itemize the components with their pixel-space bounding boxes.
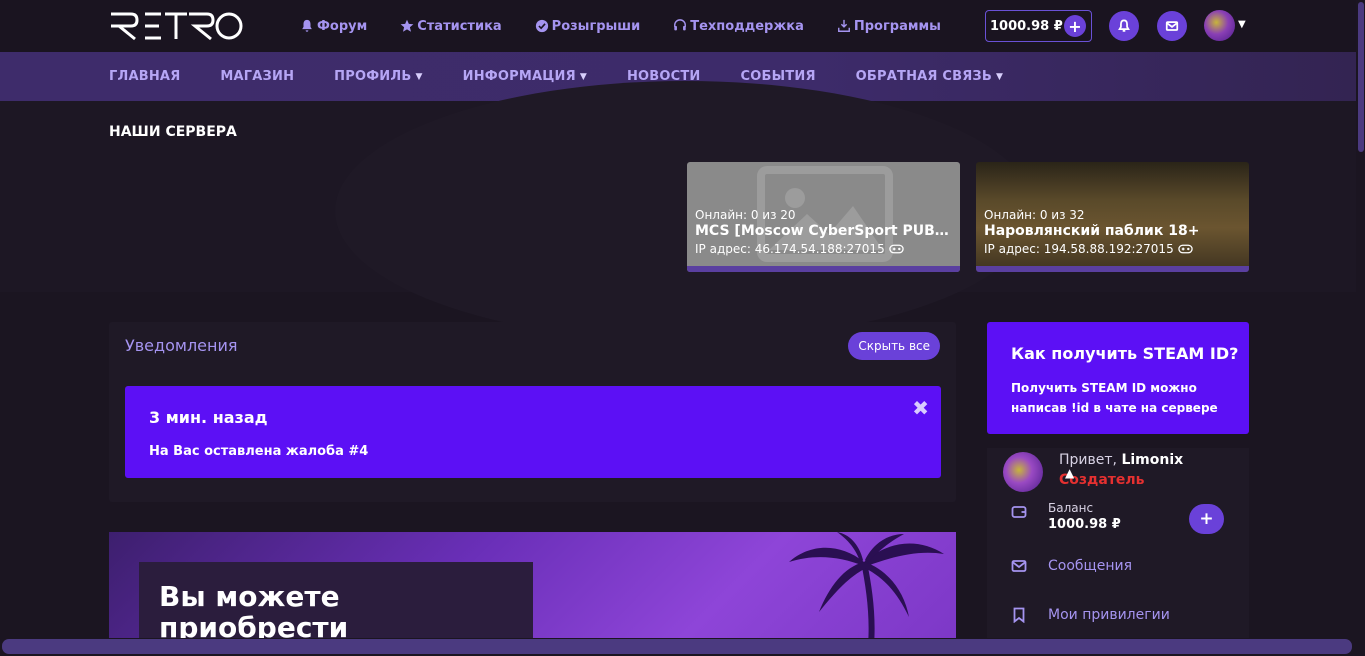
nav-home[interactable]: ГЛАВНАЯ <box>109 69 180 84</box>
statistics-link[interactable]: Статистика <box>400 18 502 34</box>
avatar[interactable] <box>1003 452 1043 492</box>
balance-label: Баланс <box>1048 501 1094 515</box>
top-bar: Форум Статистика Розыгрыши Техподдержка … <box>0 0 1356 52</box>
chevron-down-icon[interactable]: ▼ <box>1238 19 1246 30</box>
server-ip-text: IP адрес: 46.174.54.188:27015 <box>695 242 885 256</box>
nav-feedback-label: ОБРАТНАЯ СВЯЗЬ <box>855 69 992 84</box>
steam-id-text: Получить STEAM ID можно написав !id в ча… <box>1011 381 1218 415</box>
messages-button[interactable] <box>1157 11 1187 41</box>
top-nav: Форум Статистика Розыгрыши Техподдержка … <box>300 0 974 52</box>
statistics-label: Статистика <box>417 18 502 34</box>
vertical-scrollbar[interactable] <box>1358 2 1364 152</box>
gamepad-icon <box>888 244 904 254</box>
gamepad-icon <box>1177 244 1193 254</box>
privileges-link[interactable]: Мои привилегии <box>1048 607 1170 623</box>
balance-value: 1000.98 ₽ <box>990 18 1063 34</box>
user-avatar[interactable] <box>1204 10 1235 41</box>
bookmark-icon <box>1013 607 1025 623</box>
notification-card: 3 мин. назад На Вас оставлена жалоба #4 … <box>125 386 941 478</box>
headset-icon <box>674 19 687 31</box>
server-card[interactable]: Онлайн: 0 из 32 Наровлянский паблик 18+ … <box>976 162 1249 272</box>
privileges-row[interactable] <box>1011 607 1027 623</box>
server-progress-bar <box>687 266 960 272</box>
server-ip-text: IP адрес: 194.58.88.192:27015 <box>984 242 1174 256</box>
server-ip[interactable]: IP адрес: 46.174.54.188:27015 <box>695 242 904 256</box>
balance-box[interactable]: 1000.98 ₽ + <box>985 10 1092 42</box>
notifications-panel: Уведомления Скрыть все 3 мин. назад На В… <box>109 322 956 502</box>
server-progress-bar <box>976 266 1249 272</box>
messages-row[interactable] <box>1011 558 1027 574</box>
close-icon[interactable]: ✖ <box>912 396 929 420</box>
chevron-down-icon: ▼ <box>579 71 587 82</box>
server-ip[interactable]: IP адрес: 194.58.88.192:27015 <box>984 242 1193 256</box>
horizontal-scrollbar[interactable] <box>2 639 1352 654</box>
programs-label: Программы <box>853 18 941 34</box>
hide-all-button[interactable]: Скрыть все <box>848 332 940 360</box>
messages-link[interactable]: Сообщения <box>1048 558 1132 574</box>
forum-label: Форум <box>317 18 368 34</box>
server-name: Наровлянский паблик 18+ <box>984 223 1200 239</box>
support-link[interactable]: Техподдержка <box>673 19 804 34</box>
nav-events-label: СОБЫТИЯ <box>740 69 816 84</box>
nav-shop[interactable]: МАГАЗИН <box>220 69 294 84</box>
server-online: Онлайн: 0 из 20 <box>695 208 796 222</box>
notifications-button[interactable] <box>1109 11 1139 41</box>
nav-events[interactable]: СОБЫТИЯ <box>741 69 816 84</box>
check-circle-icon <box>535 19 548 33</box>
wallet-icon <box>1011 506 1027 518</box>
nav-info-label: ИНФОРМАЦИЯ <box>462 69 576 84</box>
servers-title: НАШИ СЕРВЕРА <box>109 124 237 140</box>
notification-time: 3 мин. назад <box>149 408 268 427</box>
nav-profile-label: ПРОФИЛЬ <box>334 69 412 84</box>
programs-link[interactable]: Программы <box>837 19 941 34</box>
nav-home-label: ГЛАВНАЯ <box>109 69 181 84</box>
nav-feedback[interactable]: ОБРАТНАЯ СВЯЗЬ ▼ <box>856 69 1003 84</box>
chevron-down-icon: ▼ <box>995 71 1004 82</box>
server-card[interactable]: Онлайн: 0 из 20 MCS [Moscow CyberSport P… <box>687 162 960 272</box>
bell-icon <box>1118 19 1130 32</box>
steam-id-title: Как получить STEAM ID? <box>1011 344 1239 363</box>
add-balance-button[interactable]: + <box>1189 504 1224 534</box>
envelope-icon <box>1165 21 1179 31</box>
envelope-icon <box>1011 560 1027 572</box>
support-label: Техподдержка <box>690 18 804 34</box>
balance-row <box>1011 504 1027 520</box>
forum-link[interactable]: Форум <box>300 19 367 34</box>
nav-profile[interactable]: ПРОФИЛЬ ▼ <box>334 69 422 84</box>
server-online: Онлайн: 0 из 32 <box>984 208 1085 222</box>
profile-panel: Привет, Limonix Создатель ▲ Баланс 1000.… <box>987 448 1249 656</box>
server-name: MCS [Moscow CyberSport PUBLIC... <box>695 223 953 239</box>
giveaways-label: Розыгрыши <box>551 18 641 34</box>
retro-logo[interactable] <box>109 11 245 41</box>
steam-id-info-card: Как получить STEAM ID? Получить STEAM ID… <box>987 322 1249 434</box>
giveaways-link[interactable]: Розыгрыши <box>535 18 641 34</box>
username[interactable]: Limonix <box>1121 452 1183 468</box>
greeting: Привет, Limonix <box>1059 452 1183 468</box>
nav-shop-label: МАГАЗИН <box>220 69 295 84</box>
bell-icon <box>302 19 312 32</box>
notification-text: На Вас оставлена жалоба #4 <box>149 444 369 459</box>
balance-value: 1000.98 ₽ <box>1048 517 1121 532</box>
nav-info[interactable]: ИНФОРМАЦИЯ ▼ <box>463 69 587 84</box>
star-icon <box>400 19 414 32</box>
download-icon <box>837 19 850 32</box>
crown-icon: ▲ <box>1065 466 1075 480</box>
notifications-title: Уведомления <box>125 336 238 355</box>
add-funds-button[interactable]: + <box>1064 15 1086 37</box>
chevron-down-icon: ▼ <box>415 71 423 82</box>
